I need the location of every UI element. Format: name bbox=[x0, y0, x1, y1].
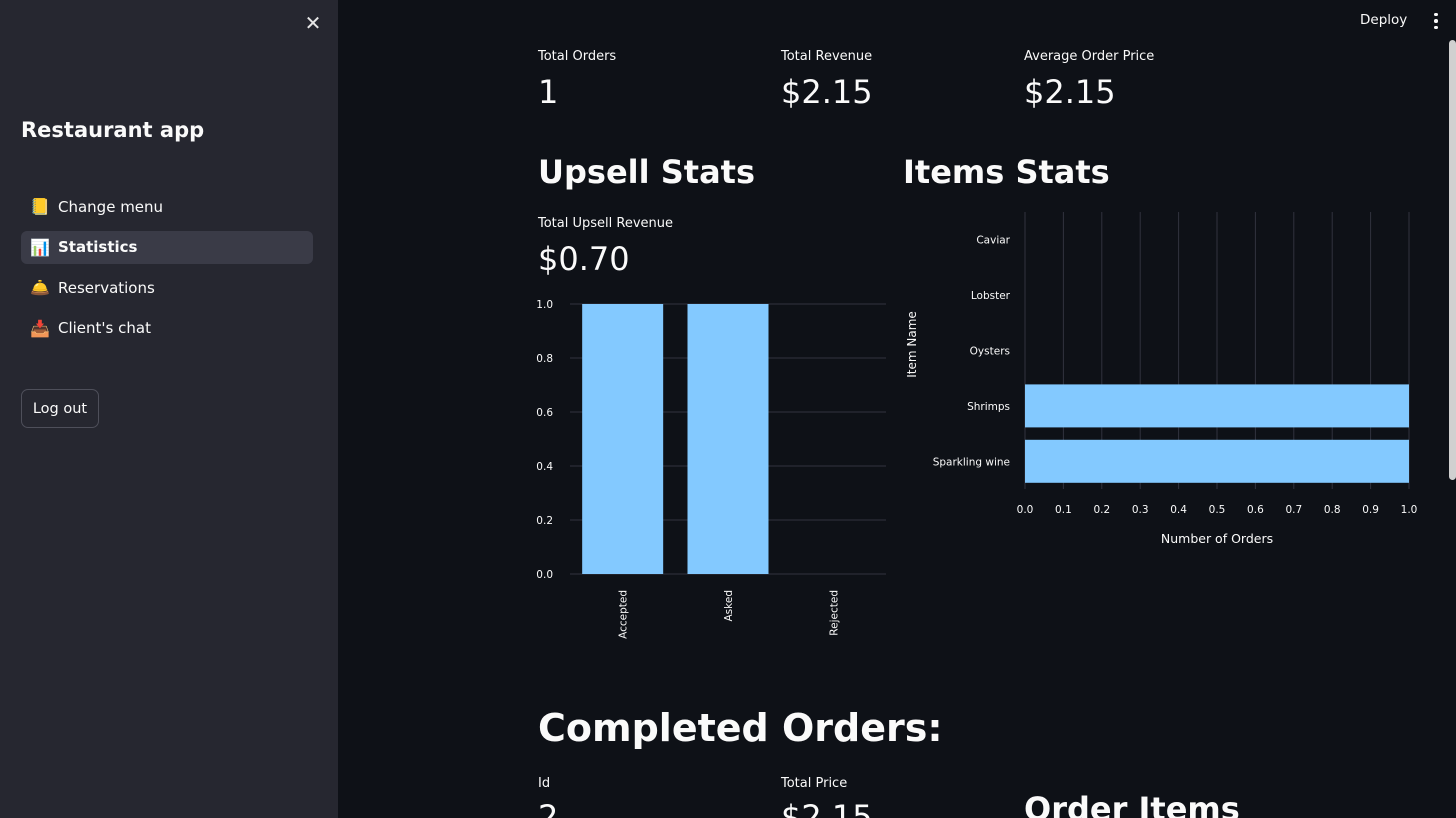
sidebar-item-change-menu[interactable]: 📒 Change menu bbox=[21, 190, 313, 223]
order-items-heading: Order Items bbox=[1024, 790, 1240, 818]
upsell-stats-heading: Upsell Stats bbox=[538, 153, 755, 191]
sidebar-item-label: Change menu bbox=[58, 197, 164, 216]
deploy-button[interactable]: Deploy bbox=[1360, 12, 1407, 28]
y-tick-label: Caviar bbox=[976, 235, 1010, 247]
upsell-revenue-label: Total Upsell Revenue bbox=[538, 216, 674, 231]
upsell-bar-chart: 0.0 0.2 0.4 0.6 0.8 1.0 Accepted Asked Rejected bbox=[536, 299, 886, 639]
y-tick-label: Sparkling wine bbox=[933, 456, 1010, 468]
x-tick-label: 0.2 bbox=[1093, 504, 1110, 516]
average-order-price-label: Average Order Price bbox=[1024, 49, 1155, 64]
sidebar-item-label: Statistics bbox=[58, 238, 138, 256]
x-tick-label: 0.7 bbox=[1285, 504, 1302, 516]
y-tick-label: 0.8 bbox=[536, 353, 553, 365]
sidebar: ✕ Restaurant app 📒 Change menu 📊 Statistics… bbox=[0, 0, 338, 818]
y-tick-label: 0.6 bbox=[536, 407, 553, 419]
y-tick-label: 0.0 bbox=[536, 569, 553, 581]
x-tick-label: 1.0 bbox=[1401, 504, 1418, 516]
x-tick-label: Rejected bbox=[828, 590, 840, 636]
y-tick-label: 1.0 bbox=[536, 299, 553, 311]
sidebar-item-reservations[interactable]: 🛎️ Reservations bbox=[21, 271, 313, 304]
sidebar-nav: 📒 Change menu 📊 Statistics 🛎️ Reservations 📥 Cl… bbox=[21, 190, 313, 352]
items-stats-heading: Items Stats bbox=[903, 153, 1110, 191]
average-order-price-value: $2.15 bbox=[1024, 73, 1116, 111]
x-tick-label: 0.5 bbox=[1209, 504, 1226, 516]
items-bar-chart: 0.0 0.1 0.2 0.3 0.4 0.5 0.6 0.7 0.8 0.9 1.0 Caviar L… bbox=[905, 212, 1418, 546]
bell-icon: 🛎️ bbox=[30, 278, 50, 297]
x-tick-label: 0.9 bbox=[1362, 504, 1379, 516]
bar-accepted bbox=[582, 304, 664, 574]
y-axis-label: Item Name bbox=[905, 311, 919, 378]
close-sidebar-icon[interactable]: ✕ bbox=[302, 11, 324, 35]
total-orders-value: 1 bbox=[538, 73, 559, 111]
inbox-icon: 📥 bbox=[30, 318, 50, 338]
upsell-revenue-value: $0.70 bbox=[538, 240, 630, 278]
notebook-icon: 📒 bbox=[30, 197, 50, 216]
sidebar-item-label: Client's chat bbox=[58, 319, 151, 337]
x-tick-label: 0.4 bbox=[1170, 504, 1187, 516]
total-orders-label: Total Orders bbox=[538, 49, 617, 64]
sidebar-item-label: Reservations bbox=[58, 278, 155, 297]
y-tick-label: Lobster bbox=[971, 290, 1011, 302]
y-tick-label: 0.2 bbox=[536, 515, 553, 527]
x-tick-label: 0.1 bbox=[1055, 504, 1072, 516]
y-tick-label: Shrimps bbox=[967, 401, 1010, 413]
order-id-value: 2 bbox=[538, 798, 559, 818]
bar-sparkling-wine bbox=[1025, 439, 1409, 483]
y-tick-label: 0.4 bbox=[536, 461, 553, 473]
y-tick-label: Oysters bbox=[970, 346, 1010, 358]
main-menu-icon[interactable] bbox=[1426, 10, 1446, 32]
scrollbar[interactable] bbox=[1449, 40, 1456, 480]
x-tick-label: 0.3 bbox=[1132, 504, 1149, 516]
x-tick-label: 0.0 bbox=[1017, 504, 1034, 516]
app-root: ✕ Restaurant app 📒 Change menu 📊 Statistics… bbox=[0, 0, 1456, 818]
x-tick-label: Asked bbox=[723, 590, 735, 622]
total-revenue-label: Total Revenue bbox=[781, 49, 873, 64]
order-total-price-label: Total Price bbox=[781, 776, 848, 791]
order-id-label: Id bbox=[538, 776, 551, 791]
app-title: Restaurant app bbox=[21, 118, 205, 142]
x-tick-label: Accepted bbox=[618, 590, 630, 639]
sidebar-item-client-s-chat[interactable]: 📥 Client's chat bbox=[21, 312, 313, 345]
bar-chart-icon: 📊 bbox=[30, 237, 50, 257]
bar-asked bbox=[687, 304, 769, 574]
total-revenue-value: $2.15 bbox=[781, 73, 873, 111]
sidebar-item-statistics[interactable]: 📊 Statistics bbox=[21, 230, 313, 264]
bar-shrimps bbox=[1025, 384, 1409, 428]
logout-button[interactable]: Log out bbox=[21, 389, 99, 428]
completed-orders-heading: Completed Orders: bbox=[538, 706, 943, 750]
x-axis-label: Number of Orders bbox=[1161, 531, 1273, 546]
x-tick-label: 0.8 bbox=[1324, 504, 1341, 516]
order-total-price-value: $2.15 bbox=[781, 798, 873, 818]
x-tick-label: 0.6 bbox=[1247, 504, 1264, 516]
